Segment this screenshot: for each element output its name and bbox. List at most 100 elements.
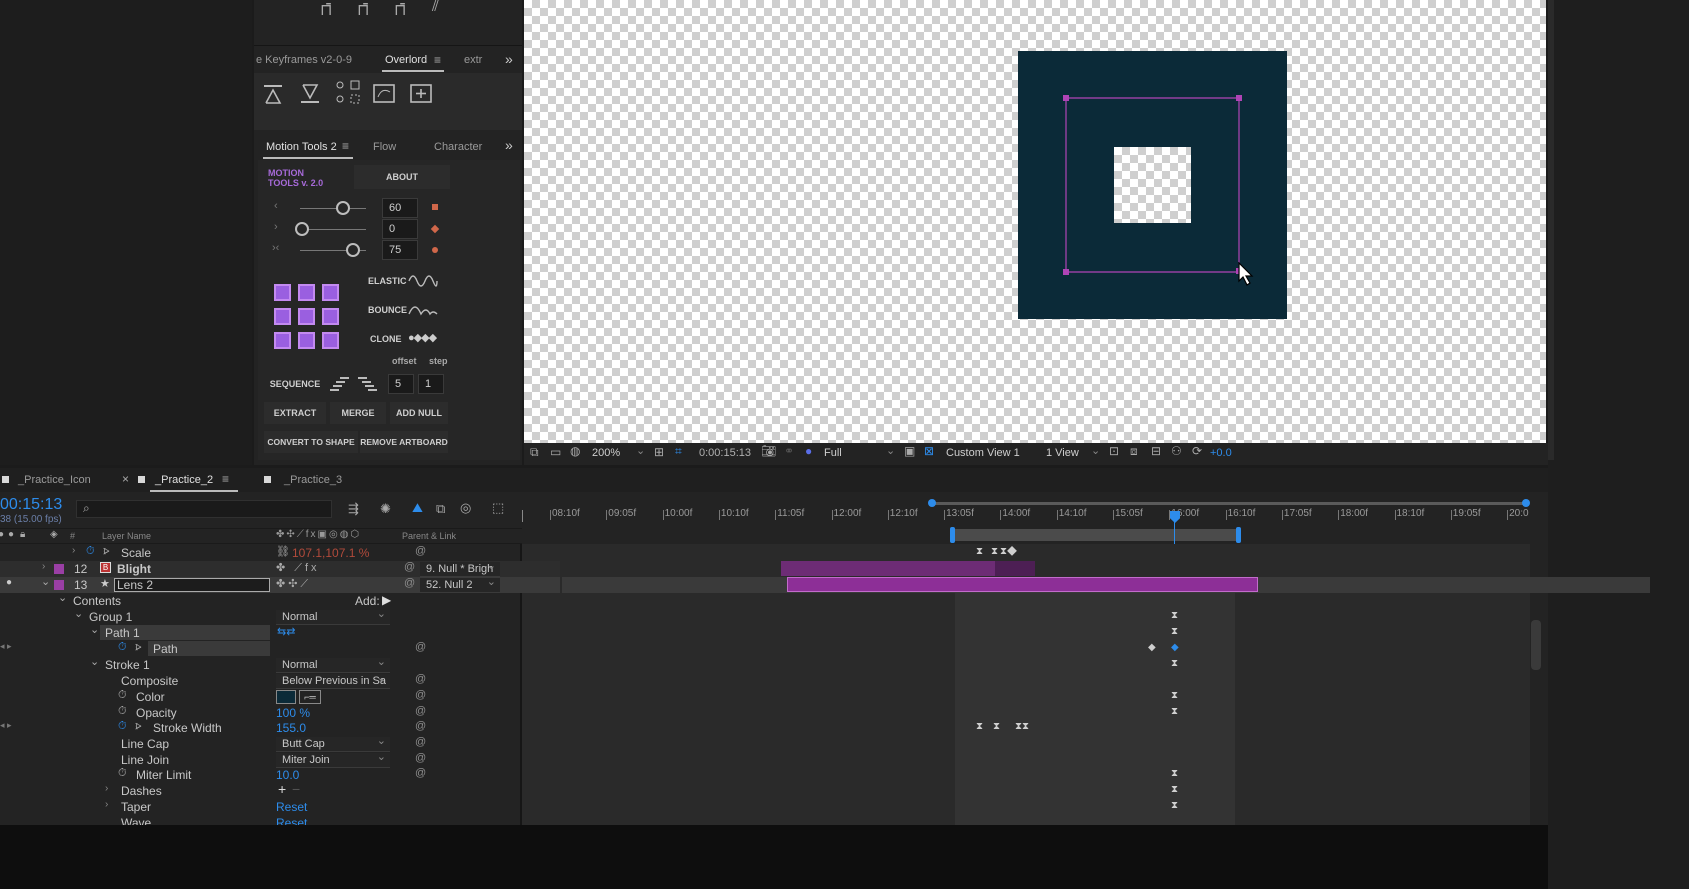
remove-dash-icon[interactable]: −: [292, 781, 300, 797]
slider-3-value[interactable]: 75: [382, 240, 418, 260]
channel-icon[interactable]: ●: [805, 444, 812, 458]
stroke-label[interactable]: Stroke 1: [105, 658, 150, 672]
layer-row[interactable]: › 12 B Blight ✤ ⟋fx @ 9. Null * Brigh: [0, 559, 560, 577]
chevron-down-icon[interactable]: ⌄: [41, 575, 50, 588]
tab-extr[interactable]: extr: [464, 54, 482, 66]
about-button[interactable]: ABOUT: [354, 165, 450, 189]
graph-icon[interactable]: ⦠: [103, 545, 110, 558]
chevron-double-right-icon[interactable]: »: [505, 51, 513, 67]
line-cap-select[interactable]: Butt Cap: [276, 734, 390, 752]
stopwatch-icon[interactable]: ⏱︎: [118, 689, 127, 702]
blend-mode-select[interactable]: Normal: [276, 607, 390, 625]
layer-bar-selected[interactable]: [787, 577, 1258, 592]
blend-mode-select[interactable]: Normal: [276, 655, 390, 673]
add-null-button[interactable]: ADD NULL: [390, 402, 448, 424]
work-area-start-handle[interactable]: [928, 499, 936, 507]
path-label[interactable]: Path: [153, 642, 178, 656]
draft-3d-icon[interactable]: ✺: [380, 501, 391, 517]
anchor-bottom-left[interactable]: [274, 332, 291, 349]
add-dash-icon[interactable]: +: [278, 781, 286, 797]
slider-3-knob[interactable]: [346, 243, 360, 257]
sequence-offset-input[interactable]: 5: [388, 374, 414, 394]
graph-icon[interactable]: ⦠: [135, 720, 142, 733]
line-join-select[interactable]: Miter Join: [276, 750, 390, 768]
monitor-icon[interactable]: ▭: [550, 445, 561, 459]
comp-flowchart-icon[interactable]: ⇶: [348, 501, 359, 517]
align-top-icon[interactable]: [262, 83, 284, 105]
layer-bar[interactable]: [781, 561, 995, 576]
convert-to-shape-button[interactable]: CONVERT TO SHAPE: [264, 431, 358, 453]
sequence-stagger-icon[interactable]: [330, 376, 350, 392]
viewer-timecode[interactable]: 0:00:15:13: [699, 447, 751, 459]
chevron-down-icon[interactable]: ⌄: [90, 655, 99, 668]
add-content-icon[interactable]: ▶︎: [382, 593, 391, 607]
elastic-button[interactable]: ELASTIC: [368, 276, 407, 286]
keyframe-icon[interactable]: ⧗: [976, 546, 983, 557]
bounce-button[interactable]: BOUNCE: [368, 305, 407, 315]
layer-name-field[interactable]: Lens 2: [114, 578, 270, 592]
anchor-center[interactable]: [298, 308, 315, 325]
sequence-button[interactable]: SEQUENCE: [264, 372, 326, 396]
nodes-icon[interactable]: [334, 79, 364, 107]
graph-editor-icon[interactable]: ⬚: [492, 500, 504, 516]
shape-to-layer-icon[interactable]: [372, 83, 396, 105]
range-bar[interactable]: [952, 529, 1238, 541]
stopwatch-icon[interactable]: ⏱︎: [118, 720, 127, 733]
view-select[interactable]: Custom View 1: [946, 447, 1020, 459]
keyframe-icon[interactable]: ◆: [1148, 642, 1156, 653]
crop-icon[interactable]: ⌗: [675, 444, 682, 459]
anchor-bottom-center[interactable]: [298, 332, 315, 349]
tab-practice-icon[interactable]: _Practice_Icon: [18, 474, 91, 486]
color-swatch[interactable]: [276, 690, 296, 704]
expression-pickwhip-icon[interactable]: @: [415, 767, 426, 779]
path-direction-icon[interactable]: ⇆⇄: [277, 625, 295, 638]
chevron-right-icon[interactable]: ›: [105, 783, 108, 794]
parent-pickwhip-icon[interactable]: @: [404, 577, 415, 589]
frame-blending-icon[interactable]: ⧉: [436, 501, 445, 517]
flowchart-icon[interactable]: ⚇: [1171, 444, 1182, 458]
anchor-mid-right[interactable]: [322, 308, 339, 325]
layer-bar[interactable]: [995, 561, 1035, 576]
hamburger-icon[interactable]: ≡: [434, 53, 441, 67]
keyframe-icon[interactable]: ⧗◆: [1000, 546, 1017, 557]
time-ruler[interactable]: 08:10f 09:05f 10:00f 10:10f 11:05f 12:00f 12:1…: [522, 496, 1548, 544]
expression-pickwhip-icon[interactable]: @: [415, 689, 426, 701]
remove-artboard-button[interactable]: REMOVE ARTBOARD: [360, 431, 448, 453]
merge-button[interactable]: MERGE: [330, 402, 386, 424]
shy-layers-icon[interactable]: ⛰: [412, 500, 423, 516]
pen-tool-icon[interactable]: ⫽: [432, 0, 439, 16]
keyframe-icon[interactable]: ⧗: [991, 546, 998, 557]
expression-pickwhip-icon[interactable]: @: [415, 752, 426, 764]
parent-pickwhip-icon[interactable]: @: [404, 561, 415, 573]
keyframe-icon[interactable]: ⧗: [976, 721, 983, 732]
slider-1-value[interactable]: 60: [382, 198, 418, 218]
range-start[interactable]: [950, 527, 955, 543]
sequence-reverse-icon[interactable]: [358, 376, 378, 392]
chevron-down-icon[interactable]: ⌄: [636, 444, 645, 457]
chevron-double-right-icon[interactable]: »: [505, 137, 513, 153]
stopwatch-icon[interactable]: ⏱︎: [118, 641, 127, 654]
scale-value[interactable]: 107.1,107.1 %: [292, 546, 369, 560]
composite-select[interactable]: Below Previous in Sa: [276, 674, 390, 689]
stroke-width-value[interactable]: 155.0: [276, 721, 306, 735]
miter-limit-value[interactable]: 10.0: [276, 768, 299, 782]
col-layer-name[interactable]: Layer Name: [102, 531, 151, 541]
expression-pickwhip-icon[interactable]: @: [415, 641, 426, 653]
parent-select[interactable]: 52. Null 2: [420, 575, 500, 593]
fast-preview-icon[interactable]: ▣: [904, 444, 915, 458]
slider-1-square[interactable]: [432, 204, 438, 210]
eyedropper-icon[interactable]: ⌐═: [299, 690, 321, 704]
exposure-value[interactable]: +0.0: [1210, 447, 1232, 459]
tab-character[interactable]: Character: [434, 141, 482, 153]
hamburger-icon[interactable]: ≡: [222, 472, 229, 486]
camera-icon[interactable]: 📷︎: [761, 444, 776, 458]
tab-keyframes[interactable]: e Keyframes v2-0-9: [256, 54, 352, 66]
hamburger-icon[interactable]: ≡: [342, 139, 349, 153]
taper-reset-link[interactable]: Reset: [276, 800, 307, 814]
scrollbar[interactable]: [1548, 0, 1554, 460]
anchor-top-left[interactable]: [274, 284, 291, 301]
expression-pickwhip-icon[interactable]: @: [415, 705, 426, 717]
current-time[interactable]: 00:15:13: [0, 496, 62, 514]
nav-keyframe-icon[interactable]: ◂ ▸: [0, 641, 12, 652]
chevron-down-icon[interactable]: ⌄: [74, 607, 83, 620]
